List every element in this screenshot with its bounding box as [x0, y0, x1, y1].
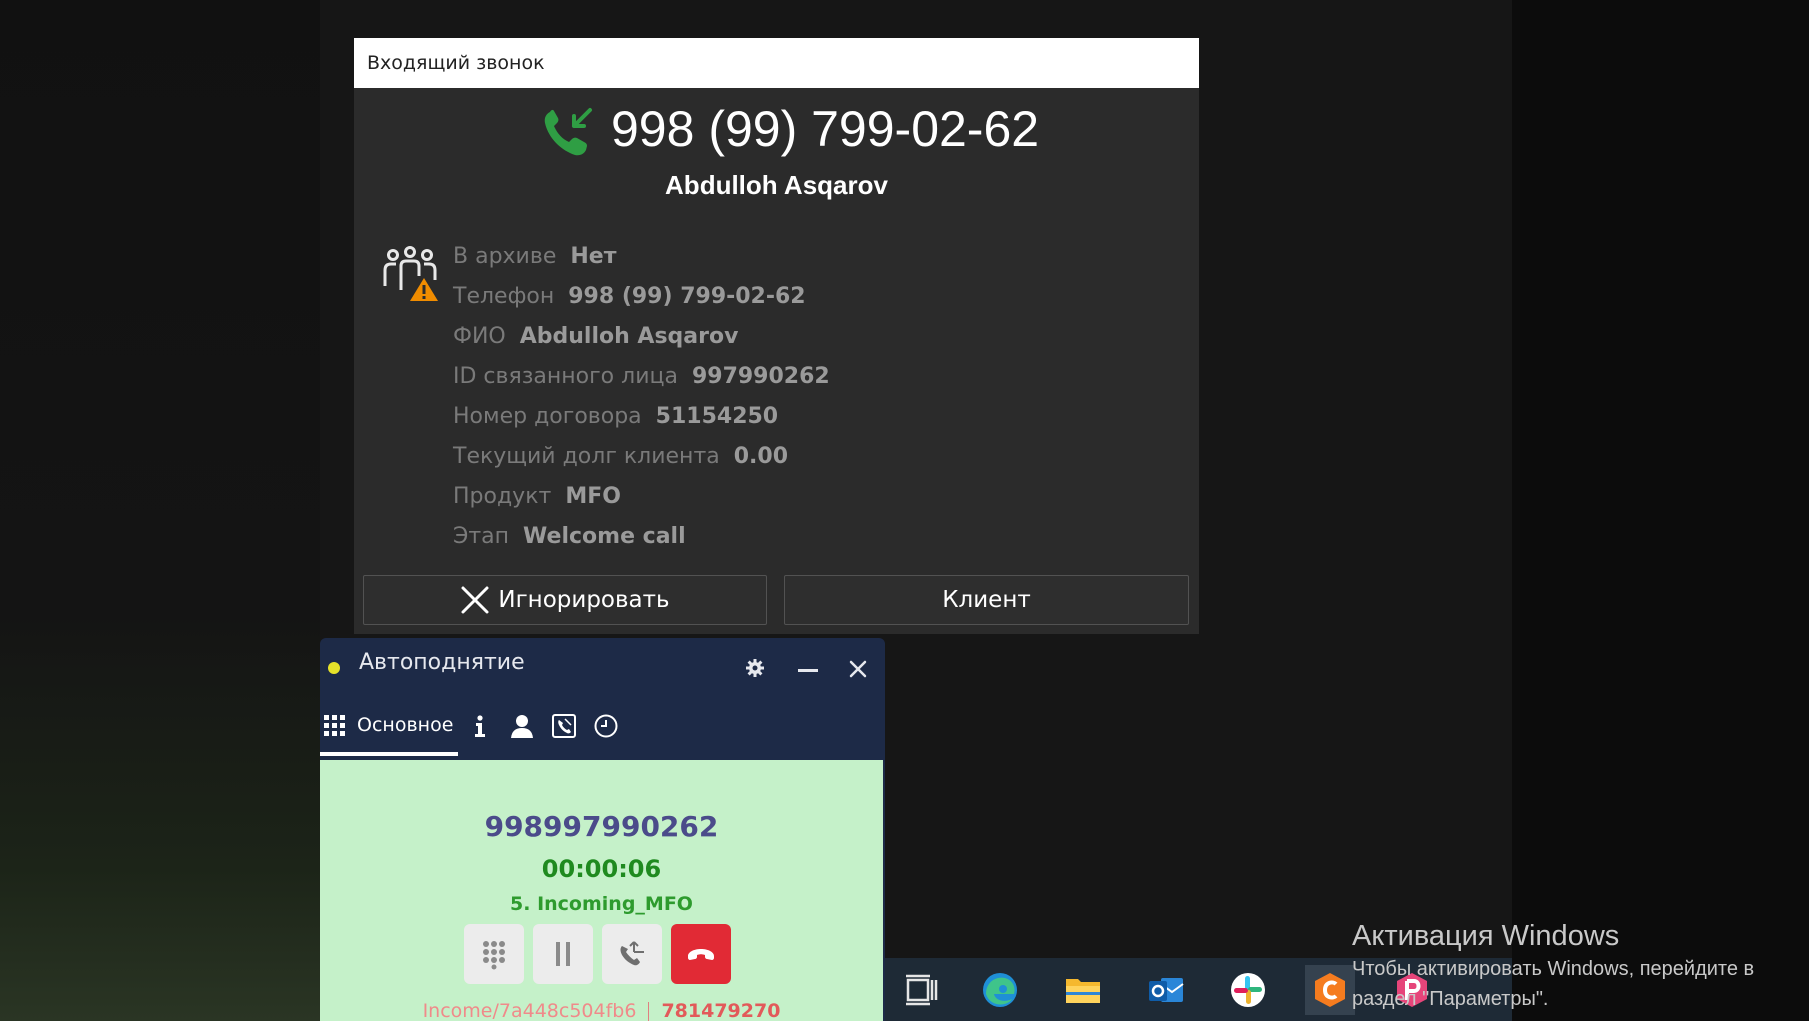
activation-line-2: раздел "Параметры". — [1352, 988, 1549, 1010]
dialog-title: Входящий звонок — [354, 38, 1199, 88]
file-explorer-icon — [1066, 979, 1100, 1003]
taskbar-slack[interactable] — [1223, 965, 1273, 1015]
outlook-icon — [1149, 978, 1184, 1002]
status-indicator — [328, 662, 340, 674]
info-icon[interactable] — [467, 713, 493, 739]
dialpad-icon — [483, 941, 505, 970]
slack-icon — [1231, 973, 1265, 1007]
client-button-label: Клиент — [942, 587, 1031, 613]
caller-name: Abdulloh Asqarov — [665, 170, 888, 200]
softphone-widget: Автоподнятие Основное 998997990262 00:00… — [320, 638, 885, 1021]
hangup-icon — [688, 949, 714, 960]
phone-book-icon[interactable] — [551, 713, 577, 739]
tab-main[interactable]: Основное — [320, 696, 458, 756]
incoming-call-dialog: Входящий звонок 998 (99) 799-02-62 Abdul… — [354, 38, 1199, 634]
call-timer: 00:00:06 — [541, 855, 662, 883]
tab-main-label: Основное — [357, 714, 454, 736]
client-button[interactable]: Клиент — [784, 575, 1189, 625]
transfer-icon — [620, 941, 644, 966]
softphone-title: Автоподнятие — [359, 650, 525, 675]
caller-phone-number: 998 (99) 799-02-62 — [611, 101, 1040, 157]
softphone-header: Автоподнятие — [320, 638, 885, 696]
active-call-number: 998997990262 — [484, 810, 719, 843]
incoming-call-icon — [544, 108, 592, 156]
active-call-panel: 998997990262 00:00:06 5. Incoming_MFO In… — [320, 760, 883, 1021]
hangup-button[interactable] — [671, 924, 731, 984]
detail-current-debt: Текущий долг клиента 0.00 — [453, 444, 789, 469]
gear-icon[interactable] — [745, 658, 765, 678]
taskbar-task-view[interactable] — [897, 965, 947, 1015]
softphone-tabs: Основное — [320, 696, 885, 756]
client-details: В архиве Нет Телефон 998 (99) 799-02-62 ФИ… — [453, 237, 830, 557]
ignore-button[interactable]: Игнорировать — [363, 575, 767, 625]
detail-archive: В архиве Нет — [453, 244, 617, 269]
dialpad-grid-icon — [324, 715, 345, 736]
windows-activation-watermark: Активация Windows Чтобы активировать Win… — [1352, 918, 1754, 1014]
edge-icon — [983, 973, 1017, 1007]
user-icon[interactable] — [509, 713, 535, 739]
taskbar-file-explorer[interactable] — [1058, 965, 1108, 1015]
dialpad-button[interactable] — [464, 924, 524, 984]
history-clock-icon[interactable] — [593, 713, 619, 739]
call-queue: 5. Incoming_MFO — [510, 893, 693, 915]
detail-product: Продукт MFO — [453, 484, 621, 509]
activation-line-1: Чтобы активировать Windows, перейдите в — [1352, 958, 1755, 980]
orange-app-icon — [1315, 973, 1345, 1007]
call-header: 998 (99) 799-02-62 — [354, 88, 1199, 174]
transfer-button[interactable] — [602, 924, 662, 984]
detail-phone: Телефон 998 (99) 799-02-62 — [453, 284, 806, 309]
close-icon — [461, 586, 489, 614]
desktop-background-left — [0, 0, 320, 1021]
contacts-warning-icon — [383, 246, 438, 301]
activation-title: Активация Windows — [1352, 920, 1620, 952]
hold-button[interactable] — [533, 924, 593, 984]
taskbar-orange-app[interactable] — [1305, 965, 1355, 1015]
task-view-icon — [906, 974, 938, 1006]
pause-icon — [556, 942, 570, 966]
active-tab-indicator — [320, 752, 458, 756]
taskbar-outlook[interactable] — [1141, 965, 1191, 1015]
call-footer: Income/7a448c504fb6 781479270 — [320, 1000, 883, 1021]
detail-fullname: ФИО Abdulloh Asqarov — [453, 324, 739, 349]
footer-divider — [648, 1001, 650, 1021]
close-icon[interactable] — [848, 659, 868, 679]
detail-contract-number: Номер договора 51154250 — [453, 404, 779, 429]
contract-number: 781479270 — [661, 1000, 781, 1021]
minimize-button[interactable] — [798, 669, 818, 672]
detail-related-id: ID связанного лица 997990262 — [453, 364, 830, 389]
taskbar-edge[interactable] — [975, 965, 1025, 1015]
detail-stage: Этап Welcome call — [453, 524, 686, 549]
desktop-background-right — [1512, 0, 1809, 1021]
call-id: Income/7a448c504fb6 — [422, 1000, 637, 1021]
ignore-button-label: Игнорировать — [498, 587, 670, 613]
